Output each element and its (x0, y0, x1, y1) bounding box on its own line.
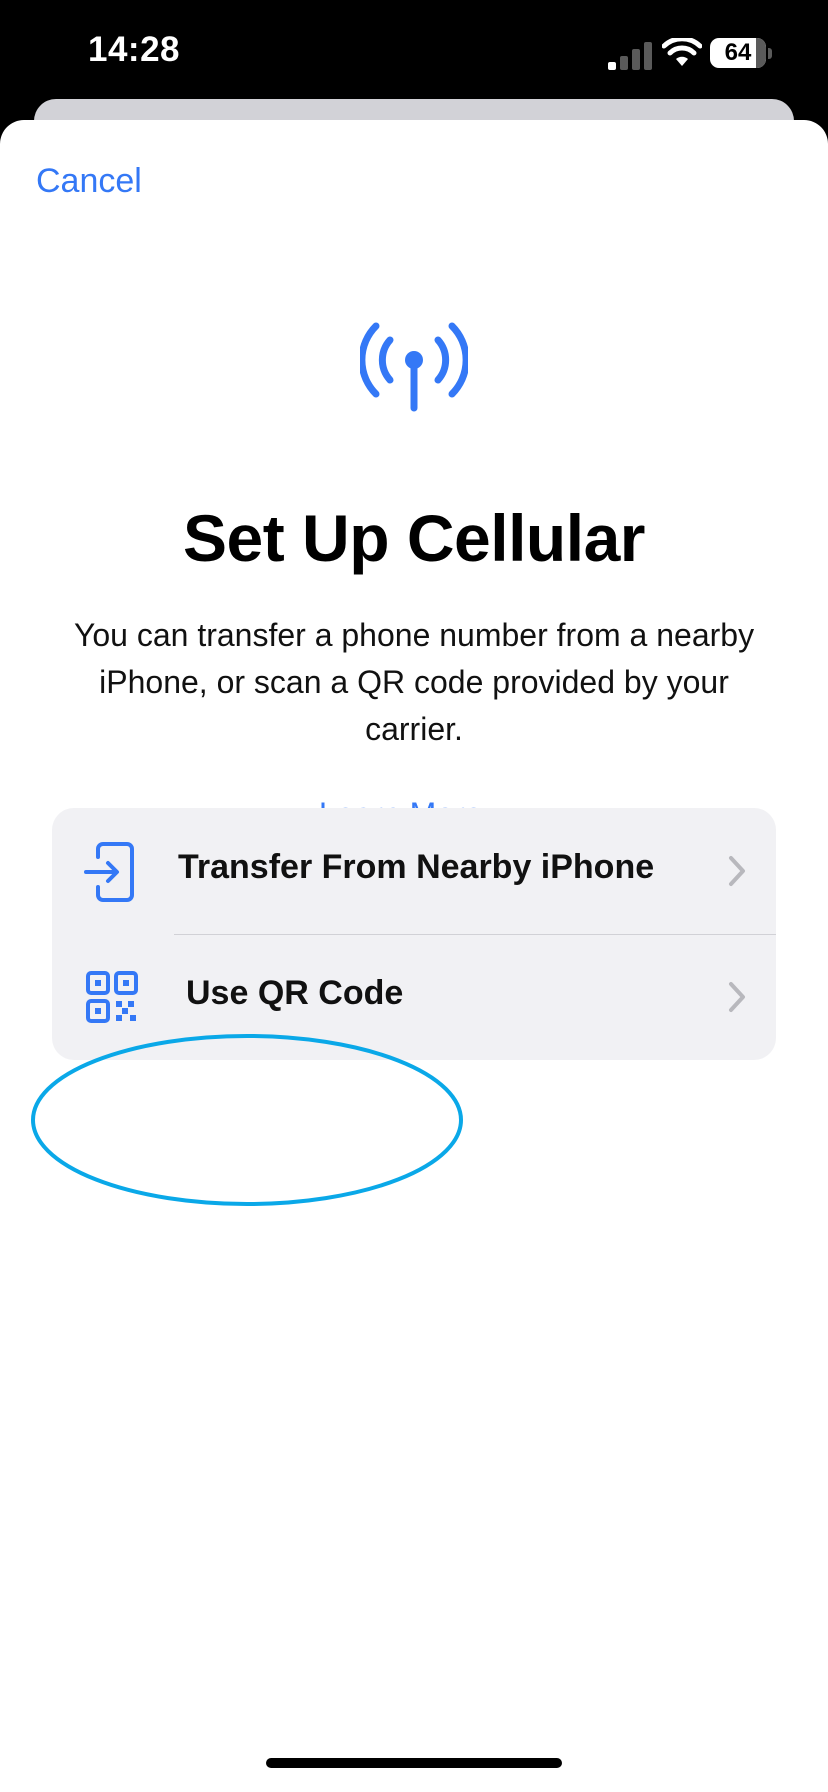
battery-level: 64 (724, 39, 752, 66)
qr-code-icon (86, 971, 138, 1023)
status-bar: 14:28 64 (0, 0, 828, 100)
chevron-right-icon (729, 856, 745, 886)
option-label: Use QR Code (186, 974, 404, 1012)
wifi-icon (662, 38, 702, 66)
status-icons: 64 (592, 38, 772, 72)
phone-transfer-icon (84, 842, 134, 902)
page-title: Set Up Cellular (183, 501, 645, 575)
status-time: 14:28 (88, 30, 181, 69)
chevron-right-icon (729, 982, 745, 1012)
setup-options-list: Transfer From Nearby iPhone Use QR Code (52, 808, 776, 1060)
antenna-icon (360, 322, 468, 412)
option-label: Transfer From Nearby iPhone (178, 848, 655, 886)
home-indicator[interactable] (266, 1758, 562, 1768)
page-description: You can transfer a phone number from a n… (73, 617, 755, 747)
battery-icon: 64 (710, 38, 772, 68)
use-qr-code-row[interactable]: Use QR Code (52, 934, 776, 1060)
transfer-from-nearby-iphone-row[interactable]: Transfer From Nearby iPhone (52, 808, 776, 934)
cellular-signal-icon (608, 42, 652, 70)
cancel-button[interactable]: Cancel (36, 162, 142, 201)
